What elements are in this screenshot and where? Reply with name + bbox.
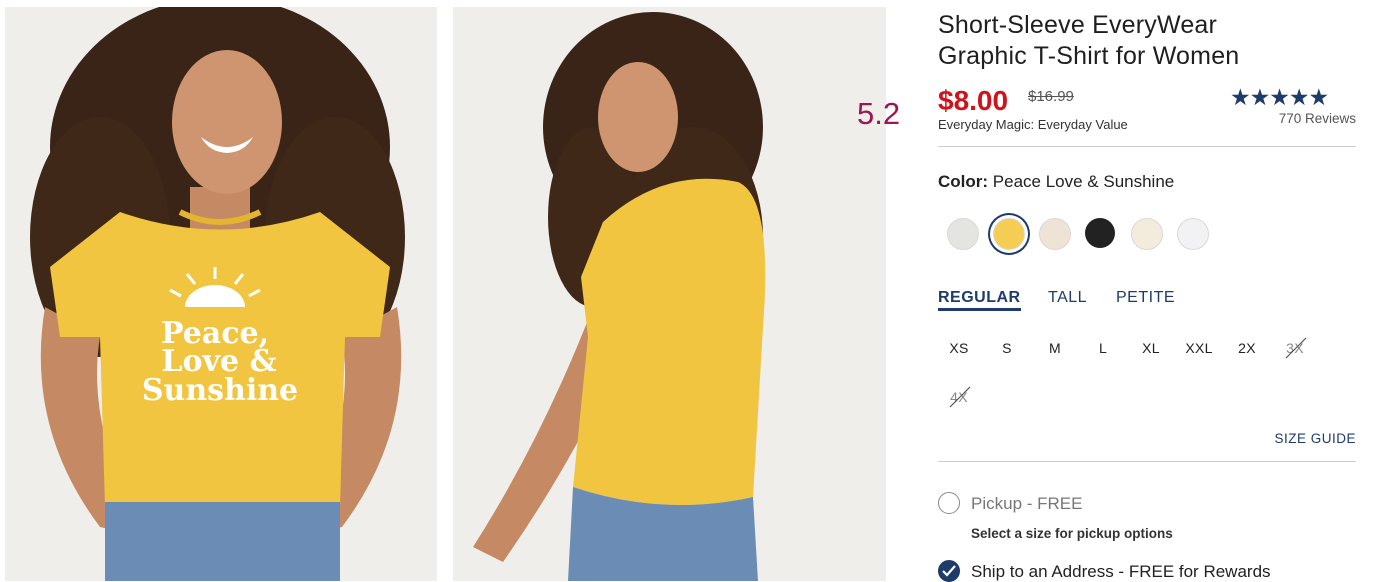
- product-image-back[interactable]: [453, 7, 886, 581]
- size-label: XL: [1142, 340, 1160, 356]
- color-swatch-white[interactable]: [1177, 218, 1209, 250]
- size-label: XS: [949, 340, 969, 356]
- color-swatch-light-gray[interactable]: [947, 218, 979, 250]
- tab-regular[interactable]: REGULAR: [938, 289, 1021, 311]
- size-button-m[interactable]: M: [1034, 340, 1076, 356]
- product-title-line-1: Short-Sleeve EveryWear: [938, 11, 1218, 39]
- size-button-s[interactable]: S: [986, 340, 1028, 356]
- size-button-xl[interactable]: XL: [1130, 340, 1172, 356]
- checkmark-icon: [942, 565, 956, 577]
- color-swatch-yellow[interactable]: [993, 218, 1025, 250]
- product-title: Short-Sleeve EveryWear Graphic T-Shirt f…: [938, 10, 1368, 72]
- pickup-radio[interactable]: [938, 492, 960, 514]
- rating-stars[interactable]: ★★★★★: [1230, 84, 1329, 110]
- value-note: Everyday Magic: Everyday Value: [938, 117, 1128, 132]
- sale-price: $8.00: [938, 85, 1009, 116]
- color-swatch-beige[interactable]: [1039, 218, 1071, 250]
- product-image-front[interactable]: Peace, Love & Sunshine: [5, 7, 437, 581]
- size-guide-link[interactable]: SIZE GUIDE: [1250, 431, 1356, 446]
- divider: [938, 146, 1356, 147]
- pickup-note: Select a size for pickup options: [971, 526, 1173, 541]
- size-label: 4X: [950, 389, 968, 405]
- size-label: M: [1049, 340, 1061, 356]
- size-button-2x[interactable]: 2X: [1226, 340, 1268, 356]
- color-swatch-black[interactable]: [1085, 218, 1115, 248]
- star-icons: ★★★★★: [1230, 84, 1329, 110]
- size-label: XXL: [1185, 340, 1213, 356]
- ship-to-address-radio[interactable]: [938, 560, 960, 582]
- color-value: Peace Love & Sunshine: [992, 172, 1175, 191]
- tab-tall[interactable]: TALL: [1048, 289, 1087, 307]
- product-title-line-2: Graphic T-Shirt for Women: [938, 42, 1240, 70]
- size-button-3x[interactable]: 3X: [1274, 337, 1316, 359]
- size-button-xs[interactable]: XS: [938, 340, 980, 356]
- color-swatch-cream[interactable]: [1131, 218, 1163, 250]
- size-label: 2X: [1238, 340, 1256, 356]
- size-label: S: [1002, 340, 1012, 356]
- tab-petite[interactable]: PETITE: [1116, 289, 1175, 307]
- size-button-4x[interactable]: 4X: [938, 386, 980, 408]
- size-button-xxl[interactable]: XXL: [1178, 340, 1220, 356]
- color-label: Color:: [938, 172, 989, 191]
- pickup-label[interactable]: Pickup - FREE: [971, 494, 1082, 514]
- color-selection: Color: Peace Love & Sunshine: [938, 172, 1174, 192]
- divider: [938, 461, 1356, 462]
- reviews-link[interactable]: 770 Reviews: [1230, 111, 1356, 126]
- overlay-label: 5.2: [857, 96, 901, 131]
- size-label: 3X: [1286, 340, 1304, 356]
- shirt-graphic-line-3: Sunshine: [142, 373, 298, 408]
- ship-to-address-label[interactable]: Ship to an Address - FREE for Rewards: [971, 562, 1271, 582]
- original-price: $16.99: [1028, 88, 1074, 105]
- size-button-l[interactable]: L: [1082, 340, 1124, 356]
- size-label: L: [1098, 340, 1108, 356]
